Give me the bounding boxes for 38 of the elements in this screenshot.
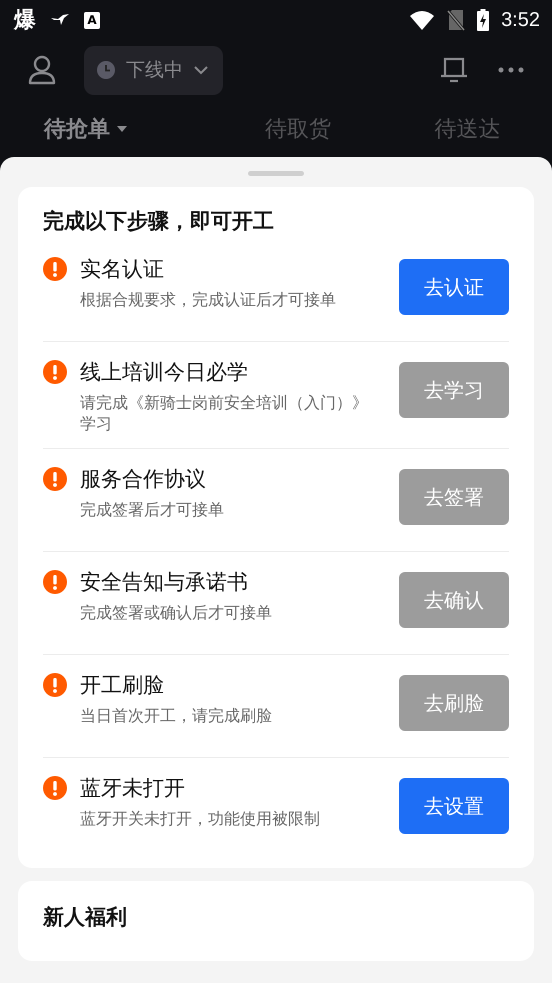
- battery-charging-icon: [477, 9, 490, 31]
- step-description: 根据合规要求，完成认证后才可接单: [80, 289, 337, 310]
- tab[interactable]: 待送达: [382, 114, 552, 144]
- card-title: 完成以下步骤，即可开工: [43, 208, 275, 235]
- step-title: 开工刷脸: [80, 672, 165, 699]
- step-title: 线上培训今日必学: [80, 359, 249, 386]
- card-title: 新人福利: [43, 904, 128, 931]
- more-icon[interactable]: [498, 67, 524, 73]
- tab[interactable]: 待抢单: [0, 114, 214, 144]
- step-description: 蓝牙开关未打开，功能使用被限制: [80, 808, 321, 829]
- app-notification-icon: 爆: [14, 5, 36, 35]
- step-title: 实名认证: [80, 256, 165, 283]
- step-title: 蓝牙未打开: [80, 775, 186, 802]
- drag-handle[interactable]: [248, 171, 304, 176]
- no-sim-icon: [447, 9, 466, 31]
- warning-icon: [43, 673, 67, 697]
- step-description: 当日首次开工，请完成刷脸: [80, 705, 273, 726]
- warning-icon: [43, 570, 67, 594]
- tab[interactable]: 待取货: [213, 114, 383, 144]
- step-description: 请完成《新骑士岗前安全培训（入门）》学习: [80, 392, 369, 434]
- chevron-down-icon: [193, 65, 209, 75]
- step-title: 安全告知与承诺书: [80, 569, 249, 596]
- warning-icon: [43, 257, 67, 281]
- step-description: 完成签署后才可接单: [80, 499, 225, 520]
- profile-icon[interactable]: [28, 55, 56, 85]
- status-dropdown[interactable]: 下线中: [84, 46, 223, 94]
- action-button[interactable]: 去认证: [399, 259, 509, 315]
- status-time: 3:52: [501, 8, 540, 32]
- step-title: 服务合作协议: [80, 466, 207, 493]
- action-button[interactable]: 去设置: [399, 778, 509, 834]
- warning-icon: [43, 776, 67, 800]
- letter-notification-icon: A: [84, 12, 100, 28]
- warning-icon: [43, 360, 67, 384]
- step-description: 完成签署或确认后才可接单: [80, 602, 273, 623]
- wifi-icon: [409, 10, 436, 30]
- monitor-icon[interactable]: [440, 56, 468, 84]
- clock-icon: [96, 60, 116, 80]
- warning-icon: [43, 467, 67, 491]
